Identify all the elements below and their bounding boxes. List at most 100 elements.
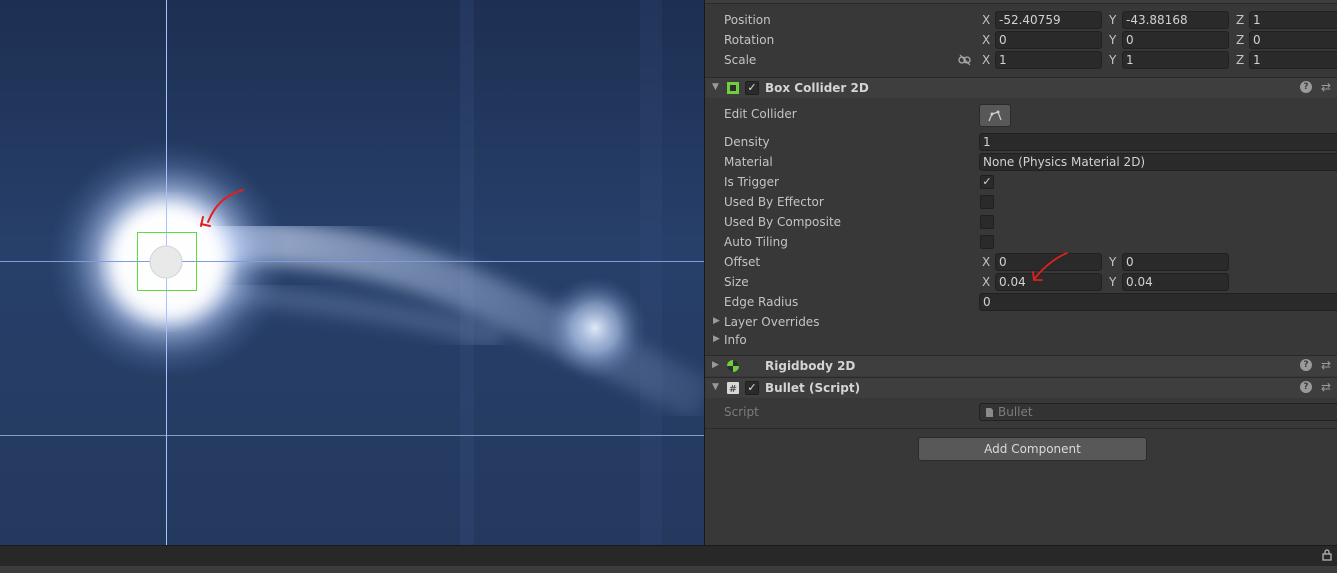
scale-z-axis[interactable]: Z <box>1236 53 1244 67</box>
script-value: Bullet <box>998 405 1033 419</box>
used-by-composite-row: Used By Composite <box>705 212 1337 232</box>
scale-x-field[interactable]: 1 <box>995 51 1102 69</box>
settings-icon[interactable]: ⇄ <box>1321 80 1331 94</box>
help-icon[interactable]: ? <box>1300 81 1312 93</box>
offset-y-axis[interactable]: Y <box>1109 255 1116 269</box>
rigidbody-icon <box>727 360 739 372</box>
bullet-script-title: Bullet (Script) <box>765 381 861 395</box>
scale-z-field[interactable]: 1 <box>1249 51 1337 69</box>
used-by-effector-label: Used By Effector <box>724 195 824 209</box>
edit-collider-icon <box>988 110 1002 122</box>
script-icon: # <box>727 382 739 395</box>
rigidbody-header[interactable]: ▶ Rigidbody 2D ? ⇄ <box>705 355 1337 376</box>
rotation-z-field[interactable]: 0 <box>1249 31 1337 49</box>
add-component-button[interactable]: Add Component <box>918 437 1147 461</box>
svg-text:#: # <box>729 384 737 395</box>
script-field: Bullet <box>979 403 1337 421</box>
auto-tiling-checkbox[interactable] <box>980 235 994 249</box>
position-label: Position <box>724 13 771 27</box>
edit-collider-button[interactable] <box>979 104 1011 127</box>
rotation-y-field[interactable]: 0 <box>1122 31 1229 49</box>
used-by-effector-checkbox[interactable] <box>980 195 994 209</box>
fold-closed-icon[interactable]: ▶ <box>713 316 720 326</box>
secondary-glow <box>543 276 647 380</box>
fold-open-icon[interactable]: ▼ <box>712 82 719 92</box>
constrain-proportions-icon[interactable] <box>958 54 972 66</box>
scene-canvas[interactable] <box>0 0 704 545</box>
is-trigger-row: Is Trigger ✓ <box>705 172 1337 192</box>
size-label: Size <box>724 275 749 289</box>
position-z-field[interactable]: 1 <box>1249 11 1337 29</box>
bullet-sprite[interactable] <box>149 245 183 279</box>
box-collider-header[interactable]: ▼ ✓ Box Collider 2D ? ⇄ <box>705 77 1337 98</box>
fold-closed-icon[interactable]: ▶ <box>713 334 720 344</box>
rotation-row: Rotation X 0 Y 0 Z 0 <box>705 30 1337 50</box>
scale-x-axis[interactable]: X <box>982 53 990 67</box>
script-row: Script Bullet <box>705 402 1337 422</box>
rotation-x-axis[interactable]: X <box>982 33 990 47</box>
offset-x-axis[interactable]: X <box>982 255 990 269</box>
bottom-toolbar <box>0 545 1337 573</box>
size-y-axis[interactable]: Y <box>1109 275 1116 289</box>
offset-y-field[interactable]: 0 <box>1122 253 1229 271</box>
edit-collider-label: Edit Collider <box>724 107 797 121</box>
rotation-label: Rotation <box>724 33 775 47</box>
edge-radius-row: Edge Radius 0 <box>705 292 1337 312</box>
auto-tiling-label: Auto Tiling <box>724 235 788 249</box>
layer-overrides-label[interactable]: Layer Overrides <box>724 315 819 329</box>
scale-row: Scale X 1 Y 1 Z 1 <box>705 50 1337 70</box>
scene-view[interactable] <box>0 0 704 545</box>
scale-label: Scale <box>724 53 757 67</box>
position-z-axis[interactable]: Z <box>1236 13 1244 27</box>
material-row: Material None (Physics Material 2D) <box>705 152 1337 172</box>
density-field[interactable]: 1 <box>979 133 1337 151</box>
edge-radius-field[interactable]: 0 <box>979 293 1337 311</box>
size-row: Size X 0.04 Y 0.04 <box>705 272 1337 292</box>
offset-row: Offset X 0 Y 0 <box>705 252 1337 272</box>
info-label[interactable]: Info <box>724 333 747 347</box>
material-field[interactable]: None (Physics Material 2D) <box>979 153 1337 171</box>
density-row: Density 1 <box>705 132 1337 152</box>
bullet-script-header[interactable]: ▼ # ✓ Bullet (Script) ? ⇄ <box>705 377 1337 398</box>
size-x-axis[interactable]: X <box>982 275 990 289</box>
scale-y-field[interactable]: 1 <box>1122 51 1229 69</box>
scale-y-axis[interactable]: Y <box>1109 53 1116 67</box>
density-label: Density <box>724 135 770 149</box>
fold-closed-icon[interactable]: ▶ <box>712 360 719 370</box>
position-y-field[interactable]: -43.88168 <box>1122 11 1229 29</box>
help-icon[interactable]: ? <box>1300 359 1312 371</box>
lock-icon[interactable] <box>1322 549 1332 564</box>
box-collider-enabled-checkbox[interactable]: ✓ <box>745 81 759 95</box>
position-x-axis[interactable]: X <box>982 13 990 27</box>
component-header-top <box>705 0 1337 4</box>
position-y-axis[interactable]: Y <box>1109 13 1116 27</box>
size-y-field[interactable]: 0.04 <box>1122 273 1229 291</box>
offset-label: Offset <box>724 255 761 269</box>
scene-streak <box>640 0 662 545</box>
help-icon[interactable]: ? <box>1300 381 1312 393</box>
fold-open-icon[interactable]: ▼ <box>712 382 719 392</box>
rotation-x-field[interactable]: 0 <box>995 31 1102 49</box>
rigidbody-title: Rigidbody 2D <box>765 359 856 373</box>
rotation-z-axis[interactable]: Z <box>1236 33 1244 47</box>
bullet-script-enabled-checkbox[interactable]: ✓ <box>745 381 759 395</box>
edit-collider-row: Edit Collider <box>705 104 1337 128</box>
script-file-icon <box>986 408 993 417</box>
inspector-panel: Position X -52.40759 Y -43.88168 Z 1 Rot… <box>705 0 1337 545</box>
layer-overrides-row[interactable]: ▶ Layer Overrides <box>705 312 1337 332</box>
used-by-composite-checkbox[interactable] <box>980 215 994 229</box>
annotation-arrow-icon <box>1032 252 1068 281</box>
edge-radius-label: Edge Radius <box>724 295 799 309</box>
position-x-field[interactable]: -52.40759 <box>995 11 1102 29</box>
material-label: Material <box>724 155 773 169</box>
auto-tiling-row: Auto Tiling <box>705 232 1337 252</box>
used-by-composite-label: Used By Composite <box>724 215 842 229</box>
position-row: Position X -52.40759 Y -43.88168 Z 1 <box>705 10 1337 30</box>
box-collider-title: Box Collider 2D <box>765 81 869 95</box>
rotation-y-axis[interactable]: Y <box>1109 33 1116 47</box>
info-row[interactable]: ▶ Info <box>705 330 1337 350</box>
is-trigger-checkbox[interactable]: ✓ <box>980 175 994 189</box>
settings-icon[interactable]: ⇄ <box>1321 358 1331 372</box>
component-separator <box>705 428 1337 429</box>
settings-icon[interactable]: ⇄ <box>1321 380 1331 394</box>
